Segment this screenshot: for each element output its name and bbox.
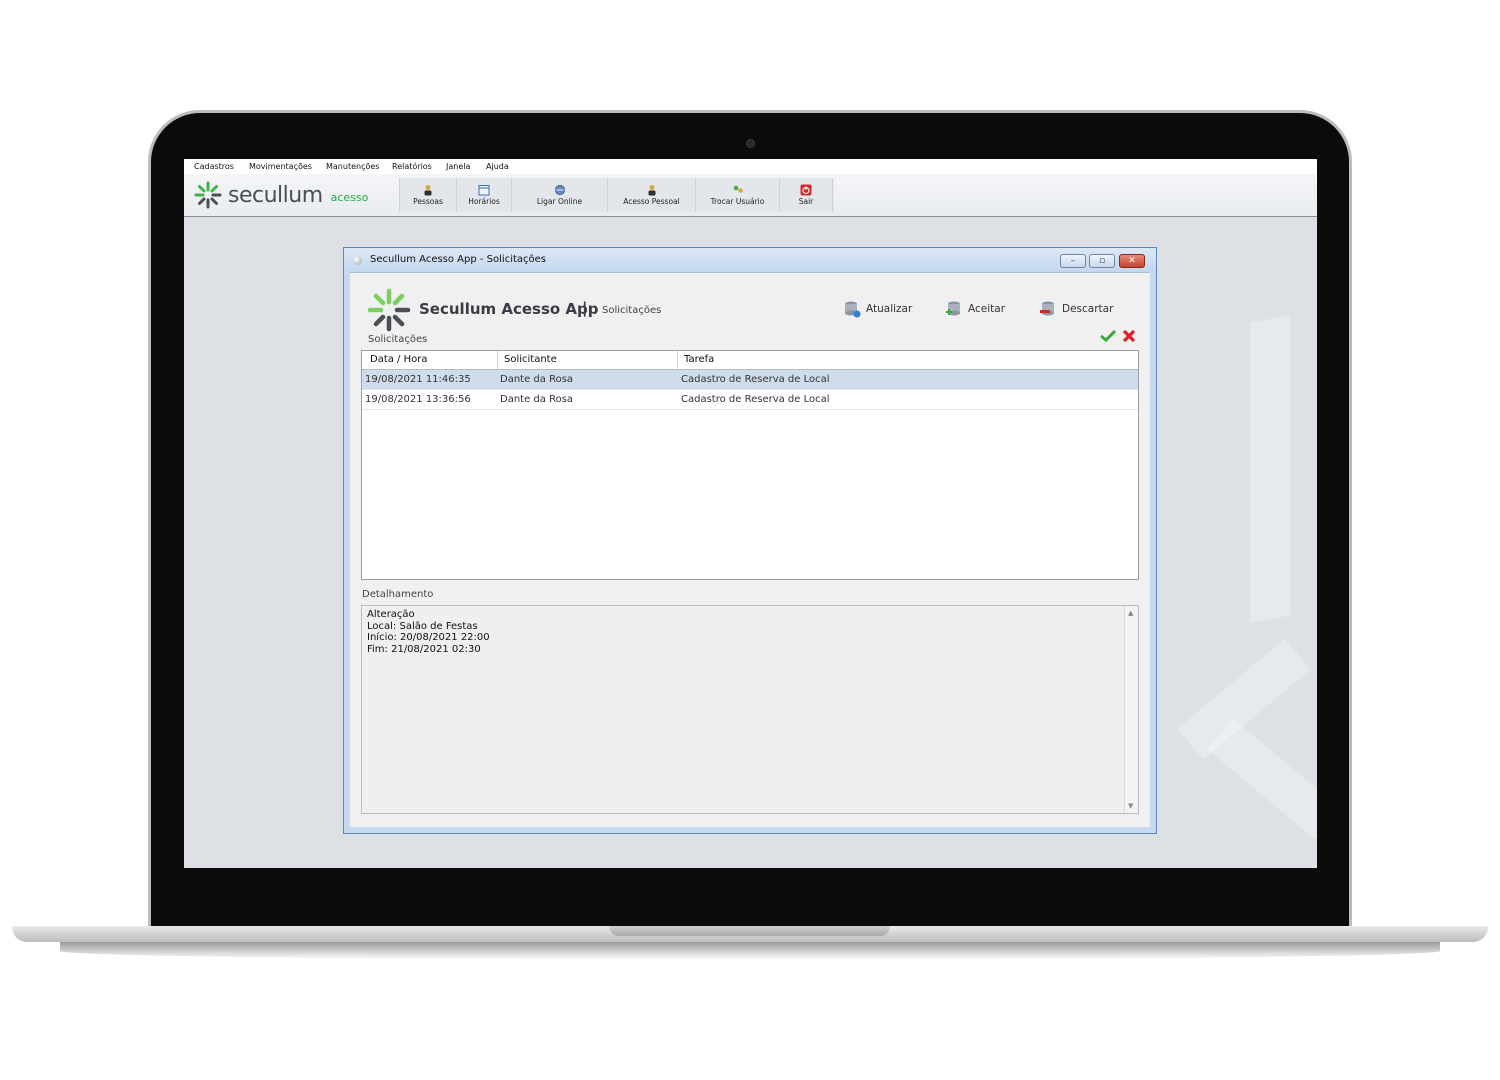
window-titlebar[interactable]: Secullum Acesso App - Solicitações – ▫ ✕ xyxy=(344,248,1156,273)
minimize-button[interactable]: – xyxy=(1060,254,1086,268)
descartar-button[interactable]: Descartar xyxy=(1039,300,1113,318)
database-refresh-icon xyxy=(845,301,861,318)
menu-manutencoes[interactable]: Manutenções xyxy=(326,162,379,171)
laptop-notch xyxy=(609,926,890,936)
detail-scrollbar[interactable]: ▲ ▼ xyxy=(1124,606,1138,813)
ligar-online-button[interactable]: Ligar Online xyxy=(512,178,608,212)
window-title: Secullum Acesso App - Solicitações xyxy=(370,254,547,265)
background-watermark xyxy=(1207,718,1317,840)
menu-janela[interactable]: Janela xyxy=(446,162,470,171)
scroll-down-icon[interactable]: ▼ xyxy=(1128,802,1133,810)
app-title: Secullum Acesso App xyxy=(419,300,599,318)
cell-data-hora: 19/08/2021 11:46:35 xyxy=(365,374,471,385)
menu-bar: Cadastros Movimentações Manutenções Rela… xyxy=(184,159,1317,174)
detail-lines: Alteração Local: Salão de Festas Início:… xyxy=(367,609,490,655)
atualizar-button[interactable]: Atualizar xyxy=(843,300,912,318)
close-button[interactable]: ✕ xyxy=(1119,254,1145,268)
window-frame xyxy=(344,272,350,833)
camera xyxy=(746,139,755,148)
people-icon xyxy=(424,185,432,196)
main-toolbar: secullum acesso Pessoas Horários Ligar O… xyxy=(184,174,1317,217)
brand-sub: acesso xyxy=(330,190,369,204)
window-app-icon xyxy=(353,256,362,265)
secullum-burst-icon xyxy=(194,181,222,209)
detail-line: Início: 20/08/2021 22:00 xyxy=(367,632,490,643)
background-watermark xyxy=(1250,315,1290,623)
trocar-usuario-button[interactable]: Trocar Usuário xyxy=(696,178,780,212)
cell-tarefa: Cadastro de Reserva de Local xyxy=(681,374,830,385)
switch-user-icon xyxy=(733,185,743,193)
solicitacoes-section-label: Solicitações xyxy=(368,334,428,345)
acesso-pessoal-button[interactable]: Acesso Pessoal xyxy=(608,178,696,212)
menu-ajuda[interactable]: Ajuda xyxy=(486,162,509,171)
column-divider xyxy=(497,351,498,369)
detalhamento-textarea[interactable]: Alteração Local: Salão de Festas Início:… xyxy=(361,605,1139,814)
brand-word: secullum xyxy=(228,182,323,208)
table-row[interactable]: 19/08/2021 13:36:56 Dante da Rosa Cadast… xyxy=(362,390,1138,410)
acesso-pessoal-label: Acesso Pessoal xyxy=(623,197,680,206)
detail-line: Alteração xyxy=(367,609,415,620)
cell-data-hora: 19/08/2021 13:36:56 xyxy=(365,394,471,405)
solicitacoes-window: Secullum Acesso App - Solicitações – ▫ ✕… xyxy=(343,247,1157,834)
detalhamento-label: Detalhamento xyxy=(362,589,434,600)
person-access-icon xyxy=(648,185,655,196)
window-frame xyxy=(344,827,1156,833)
maximize-button[interactable]: ▫ xyxy=(1089,254,1115,268)
brand-logo: secullum acesso xyxy=(194,180,368,210)
scroll-up-icon[interactable]: ▲ xyxy=(1128,609,1133,617)
trocar-usuario-label: Trocar Usuário xyxy=(710,197,765,206)
menu-relatorios[interactable]: Relatórios xyxy=(392,162,432,171)
horarios-button[interactable]: Horários xyxy=(457,178,512,212)
title-separator: | xyxy=(582,299,588,317)
window-frame xyxy=(1150,272,1156,833)
detail-line: Fim: 21/08/2021 02:30 xyxy=(367,643,481,655)
pessoas-button[interactable]: Pessoas xyxy=(400,178,457,212)
menu-cadastros[interactable]: Cadastros xyxy=(194,162,234,171)
secullum-app-logo-icon xyxy=(367,288,411,332)
pessoas-label: Pessoas xyxy=(413,197,443,206)
aceitar-label: Aceitar xyxy=(968,303,1006,315)
table-row[interactable]: 19/08/2021 11:46:35 Dante da Rosa Cadast… xyxy=(362,370,1138,390)
sair-button[interactable]: Sair xyxy=(780,178,833,212)
cell-solicitante: Dante da Rosa xyxy=(500,394,574,405)
cell-tarefa: Cadastro de Reserva de Local xyxy=(681,394,830,405)
descartar-label: Descartar xyxy=(1062,303,1114,315)
horarios-label: Horários xyxy=(468,197,500,206)
aceitar-button[interactable]: Aceitar xyxy=(945,300,1005,318)
menu-movimentacoes[interactable]: Movimentações xyxy=(249,162,312,171)
atualizar-label: Atualizar xyxy=(866,303,913,315)
screen: Cadastros Movimentações Manutenções Rela… xyxy=(184,159,1317,868)
database-discard-icon xyxy=(1040,301,1054,316)
table-header: Data / Hora Solicitante Tarefa xyxy=(362,351,1138,370)
app-subtitle: Solicitações xyxy=(602,305,662,316)
calendar-icon xyxy=(478,185,490,196)
solicitacoes-table: Data / Hora Solicitante Tarefa 19/08/202… xyxy=(361,350,1139,580)
laptop-base-shadow xyxy=(60,942,1440,960)
database-accept-icon xyxy=(946,301,960,316)
ligar-online-label: Ligar Online xyxy=(536,197,583,206)
sair-label: Sair xyxy=(798,197,814,206)
globe-icon xyxy=(554,185,565,195)
uncheck-all-icon[interactable] xyxy=(1122,329,1136,343)
check-all-icon[interactable] xyxy=(1100,330,1116,342)
column-divider xyxy=(677,351,678,369)
detail-line: Local: Salão de Festas xyxy=(367,620,478,632)
cell-solicitante: Dante da Rosa xyxy=(500,374,574,385)
power-icon xyxy=(800,184,812,196)
